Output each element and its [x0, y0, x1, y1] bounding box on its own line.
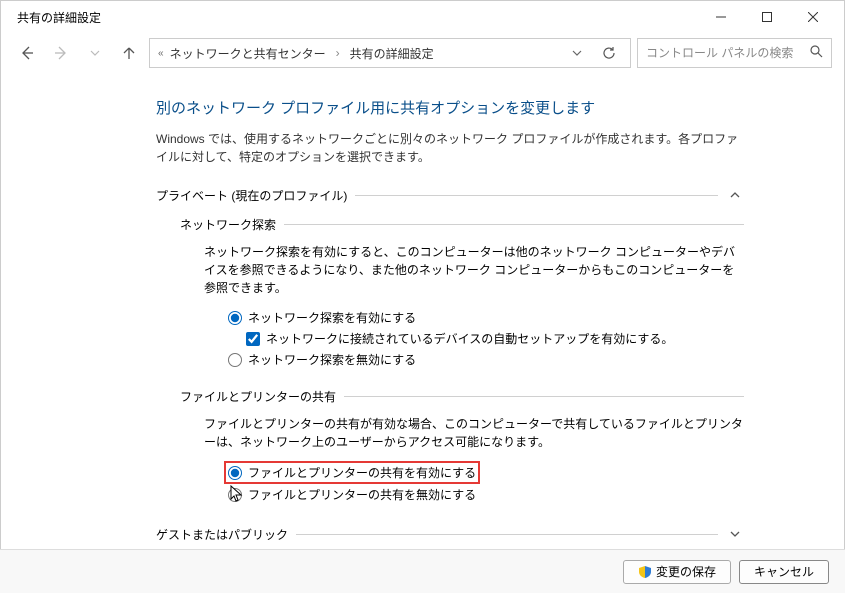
divider: [284, 224, 744, 225]
radio-input[interactable]: [228, 353, 242, 367]
file-sharing-on-radio[interactable]: ファイルとプリンターの共有を有効にする: [228, 464, 476, 481]
address-dropdown-icon[interactable]: [564, 40, 590, 66]
network-discovery-header: ネットワーク探索: [180, 216, 744, 233]
breadcrumb-parent[interactable]: ネットワークと共有センター: [170, 45, 326, 62]
cancel-button-label: キャンセル: [754, 563, 814, 580]
network-discovery-off-radio[interactable]: ネットワーク探索を無効にする: [228, 349, 744, 370]
search-box[interactable]: [637, 38, 832, 68]
checkbox-label: ネットワークに接続されているデバイスの自動セットアップを有効にする。: [266, 330, 673, 347]
up-button[interactable]: [115, 39, 143, 67]
file-printer-sharing-description: ファイルとプリンターの共有が有効な場合、このコンピューターで共有しているファイル…: [204, 415, 744, 451]
radio-label: ネットワーク探索を有効にする: [248, 309, 416, 326]
network-discovery-auto-checkbox[interactable]: ネットワークに接続されているデバイスの自動セットアップを有効にする。: [246, 328, 744, 349]
chevron-left-icon: «: [158, 48, 164, 59]
forward-button[interactable]: [47, 39, 75, 67]
file-printer-sharing-title: ファイルとプリンターの共有: [180, 388, 336, 405]
minimize-button[interactable]: [698, 1, 744, 33]
maximize-button[interactable]: [744, 1, 790, 33]
cancel-button[interactable]: キャンセル: [739, 560, 829, 584]
window-title: 共有の詳細設定: [9, 9, 101, 26]
chevron-down-icon[interactable]: [726, 525, 744, 543]
save-button[interactable]: 変更の保存: [623, 560, 731, 584]
navbar: « ネットワークと共有センター › 共有の詳細設定: [1, 33, 844, 73]
content-area: 別のネットワーク プロファイル用に共有オプションを変更します Windows で…: [1, 73, 844, 589]
divider: [355, 195, 718, 196]
save-button-label: 変更の保存: [656, 563, 716, 580]
page-title: 別のネットワーク プロファイル用に共有オプションを変更します: [156, 97, 744, 118]
chevron-up-icon[interactable]: [726, 186, 744, 204]
profile-guest-label: ゲストまたはパブリック: [156, 526, 288, 543]
radio-label: ファイルとプリンターの共有を無効にする: [248, 486, 476, 503]
network-discovery-on-radio[interactable]: ネットワーク探索を有効にする: [228, 307, 744, 328]
profile-private-header[interactable]: プライベート (現在のプロファイル): [156, 184, 744, 206]
breadcrumb-current[interactable]: 共有の詳細設定: [350, 45, 434, 62]
close-button[interactable]: [790, 1, 836, 33]
profile-private-label: プライベート (現在のプロファイル): [156, 187, 347, 204]
profile-guest-header[interactable]: ゲストまたはパブリック: [156, 523, 744, 545]
breadcrumb-separator-icon: ›: [332, 46, 344, 60]
network-discovery-description: ネットワーク探索を有効にすると、このコンピューターは他のネットワーク コンピュー…: [204, 243, 744, 297]
highlighted-option: ファイルとプリンターの共有を有効にする: [224, 461, 480, 484]
page-description: Windows では、使用するネットワークごとに別々のネットワーク プロファイル…: [156, 130, 744, 166]
network-discovery-title: ネットワーク探索: [180, 216, 276, 233]
search-input[interactable]: [646, 46, 810, 60]
footer: 変更の保存 キャンセル: [0, 549, 845, 593]
file-printer-sharing-header: ファイルとプリンターの共有: [180, 388, 744, 405]
refresh-button[interactable]: [596, 40, 622, 66]
back-button[interactable]: [13, 39, 41, 67]
recent-dropdown-icon[interactable]: [81, 39, 109, 67]
network-discovery-section: ネットワーク探索 ネットワーク探索を有効にすると、このコンピューターは他のネット…: [180, 216, 744, 370]
divider: [296, 534, 718, 535]
radio-label: ネットワーク探索を無効にする: [248, 351, 416, 368]
titlebar: 共有の詳細設定: [1, 1, 844, 33]
radio-label: ファイルとプリンターの共有を有効にする: [248, 464, 476, 481]
file-sharing-off-radio[interactable]: ファイルとプリンターの共有を無効にする: [228, 484, 744, 505]
checkbox-input[interactable]: [246, 332, 260, 346]
radio-input[interactable]: [228, 488, 242, 502]
shield-icon: [638, 565, 652, 579]
search-icon[interactable]: [810, 45, 823, 61]
radio-input[interactable]: [228, 311, 242, 325]
divider: [344, 396, 744, 397]
file-printer-sharing-section: ファイルとプリンターの共有 ファイルとプリンターの共有が有効な場合、このコンピュ…: [180, 388, 744, 505]
radio-input[interactable]: [228, 466, 242, 480]
address-bar[interactable]: « ネットワークと共有センター › 共有の詳細設定: [149, 38, 631, 68]
